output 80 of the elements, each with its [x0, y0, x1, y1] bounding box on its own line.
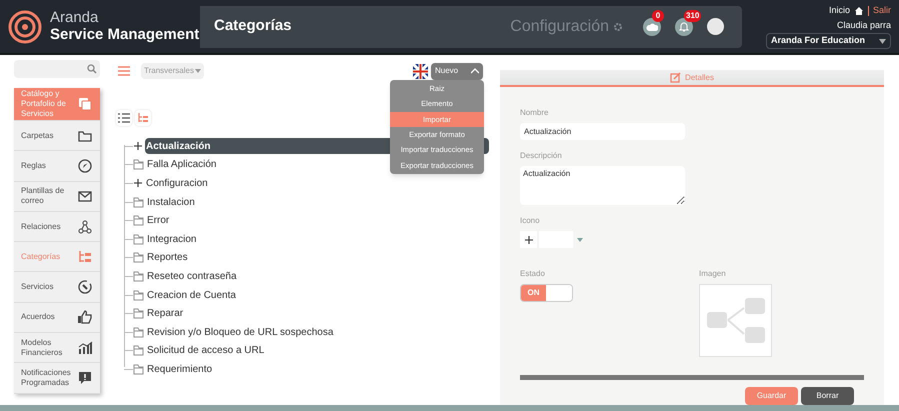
search-icon — [87, 64, 97, 74]
cloud-icon — [646, 22, 658, 32]
logo-text: Aranda — [50, 10, 100, 26]
caret-icon — [879, 38, 886, 44]
new-button[interactable]: Nuevo — [431, 62, 483, 80]
hierarchy-icon — [77, 248, 93, 265]
chevron-up-icon — [471, 68, 479, 74]
sidebar-item[interactable]: Modelos Financieros — [14, 333, 100, 364]
sidebar-item[interactable]: Relaciones — [14, 212, 100, 242]
organization-select[interactable]: Aranda For Education — [766, 33, 891, 49]
folder-icon — [133, 234, 144, 245]
thumbs-up-icon — [77, 309, 93, 326]
tree-item[interactable]: Reparar — [146, 306, 184, 322]
search-field[interactable] — [14, 60, 100, 78]
message-icon — [77, 370, 93, 386]
sidebar-item[interactable]: Acuerdos — [14, 302, 100, 334]
folder-icon — [133, 308, 144, 320]
chart-icon — [77, 340, 93, 356]
menu-icon[interactable] — [118, 66, 130, 76]
tree-item[interactable]: Configuracion — [145, 175, 209, 192]
tree-item[interactable]: Solicitud de acceso a URL — [146, 342, 266, 359]
notification-count: 0 — [652, 10, 664, 22]
tree-item[interactable]: Integracion — [146, 231, 198, 248]
bell-icon — [679, 22, 689, 32]
sidebar-item[interactable]: Notificaciones Programadas — [14, 363, 100, 394]
sidebar-item[interactable]: Reglas — [14, 151, 100, 182]
add-icon-button[interactable] — [520, 231, 537, 248]
copy-icon — [77, 96, 93, 112]
plus-icon[interactable] — [134, 142, 142, 150]
sidebar-item[interactable]: Servicios — [14, 272, 100, 303]
logout-link[interactable]: Salir — [872, 4, 891, 18]
sidebar-item[interactable]: Carpetas — [14, 121, 100, 152]
folder-icon — [133, 326, 144, 338]
compass-icon — [77, 158, 93, 174]
folder-icon — [133, 364, 144, 375]
tree-item[interactable]: Error — [146, 212, 170, 229]
user-name: Claudia parra — [836, 18, 891, 32]
folder-icon — [133, 196, 144, 208]
sidebar-item[interactable]: Plantillas de correo — [14, 182, 100, 212]
cloud-button[interactable] — [643, 18, 661, 36]
list-icon — [118, 113, 130, 123]
tree-item[interactable]: Reportes — [146, 250, 189, 266]
tree-item[interactable]: Reseteo contraseña — [146, 268, 238, 284]
field-label: Imagen — [699, 268, 727, 280]
tree-item[interactable]: Instalacion — [146, 194, 196, 210]
plus-icon[interactable] — [134, 179, 142, 188]
name-field[interactable]: Actualización — [520, 123, 685, 140]
tree-item[interactable]: Creacion de Cuenta — [146, 287, 237, 304]
list-view-button[interactable] — [116, 110, 132, 126]
hierarchy-icon — [138, 113, 148, 123]
tree-item[interactable]: Revision y/o Bloqueo de URL sospechosa — [146, 324, 334, 340]
folder-icon — [133, 252, 144, 264]
folder-icon — [133, 159, 144, 170]
edit-icon — [670, 72, 682, 83]
home-icon — [854, 6, 864, 16]
folder-icon — [133, 290, 144, 301]
delete-button[interactable]: Borrar — [801, 387, 854, 405]
section-title: Configuración — [510, 16, 609, 36]
tree-item[interactable]: Falla Aplicación — [146, 156, 218, 173]
home-link[interactable]: Inicio — [828, 4, 850, 18]
field-label: Estado — [520, 268, 546, 280]
folder-icon — [133, 215, 144, 226]
field-label: Icono — [520, 215, 541, 227]
page-title: Categorías — [214, 16, 292, 36]
flag-icon[interactable] — [413, 64, 428, 78]
logo-icon — [8, 10, 42, 44]
description-field[interactable]: Actualización — [520, 166, 685, 205]
plus-icon — [524, 236, 532, 244]
tree-item[interactable]: Requerimiento — [146, 361, 214, 378]
folder-icon — [133, 270, 144, 282]
diagram-icon — [706, 298, 764, 343]
gear-icon — [613, 22, 623, 32]
caret-icon — [194, 69, 201, 73]
field-label: Nombre — [520, 107, 550, 119]
nodes-icon — [77, 218, 93, 235]
field-label: Descripción — [520, 150, 563, 162]
bell-button[interactable] — [675, 18, 693, 36]
notification-count: 310 — [684, 10, 702, 22]
folder-icon — [133, 345, 144, 356]
logo-text: Service Management — [50, 26, 200, 44]
